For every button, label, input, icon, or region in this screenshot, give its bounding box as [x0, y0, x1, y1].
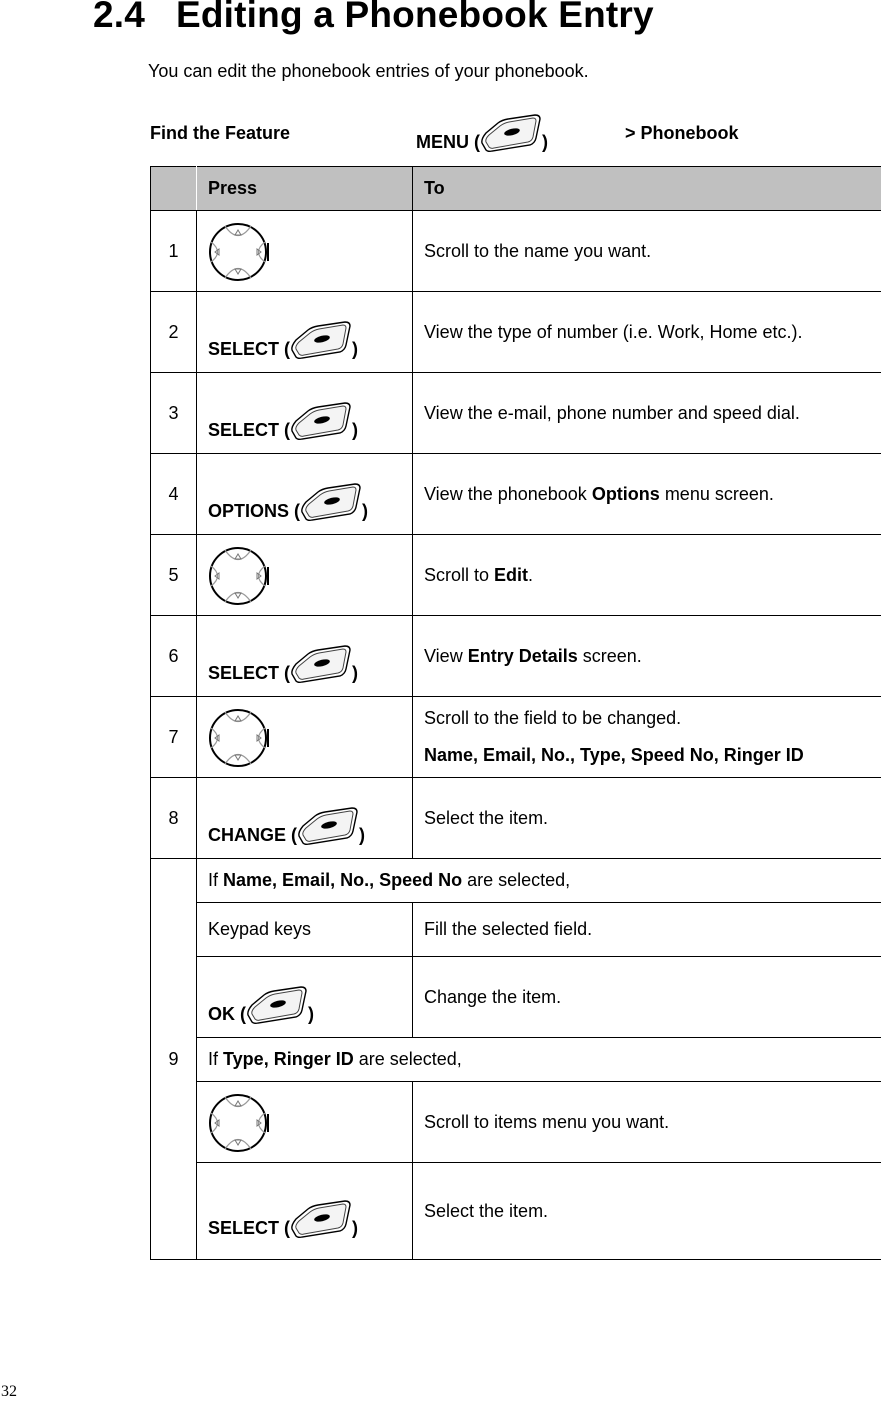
page-number: 32	[1, 1383, 17, 1400]
step-number: 4	[150, 453, 197, 535]
find-feature-menu: MENU ( )	[416, 113, 548, 153]
soft-key-icon	[288, 644, 354, 684]
table-row: 6 SELECT () View Entry Details screen.	[150, 615, 881, 697]
press-text: Keypad keys	[196, 902, 413, 957]
ok-key: OK ()	[208, 985, 314, 1025]
header-step	[150, 166, 197, 211]
table-row: 1 Scroll to the name you want.	[150, 210, 881, 292]
key-label: SELECT (	[208, 339, 291, 359]
step-action: Select the item.	[412, 1162, 881, 1260]
step-action: Scroll to the field to be changed. Name,…	[412, 696, 881, 778]
section-heading: 2.4 Editing a Phonebook Entry	[93, 0, 654, 36]
intro-text: You can edit the phonebook entries of yo…	[148, 61, 589, 81]
header-press: Press	[196, 166, 413, 211]
field-list: Name, Email, No., Type, Speed No, Ringer…	[424, 745, 804, 765]
soft-key-icon	[244, 985, 310, 1025]
key-label: OPTIONS (	[208, 501, 301, 521]
header-to: To	[412, 166, 881, 211]
step-action: Fill the selected field.	[412, 902, 881, 957]
table-row: OK () Change the item.	[151, 956, 881, 1038]
key-label: SELECT (	[208, 420, 291, 440]
table-row: SELECT () Select the item.	[151, 1162, 881, 1260]
step-number: 9	[150, 858, 197, 1260]
nav-key-icon	[208, 545, 270, 607]
table-row: 5 Scroll to Edit.	[150, 534, 881, 616]
section-number: 2.4	[93, 0, 146, 35]
key-label: OK (	[208, 1004, 246, 1024]
table-header-row: Press To	[150, 166, 881, 211]
step-number: 2	[150, 291, 197, 373]
menu-close-paren: )	[542, 132, 548, 152]
table-row: 7 Scroll to the field to be changed. Nam…	[150, 696, 881, 778]
condition-text: If Name, Email, No., Speed No are select…	[196, 858, 881, 903]
table-row: Keypad keys Fill the selected field.	[151, 902, 881, 957]
change-key: CHANGE ()	[208, 806, 365, 846]
select-key: SELECT ()	[208, 320, 358, 360]
key-close-paren: )	[362, 501, 369, 521]
step-action: Scroll to the name you want.	[412, 210, 881, 292]
table-row: 8 CHANGE () Select the item.	[150, 777, 881, 859]
find-feature-path: > Phonebook	[625, 123, 739, 143]
options-key: OPTIONS ()	[208, 482, 368, 522]
step-number: 1	[150, 210, 197, 292]
key-close-paren: )	[352, 420, 359, 440]
steps-table: Press To 1 Scroll to the name you want. …	[150, 166, 881, 1260]
key-close-paren: )	[308, 1004, 314, 1024]
emphasis: Type, Ringer ID	[223, 1049, 354, 1069]
key-close-paren: )	[359, 825, 365, 845]
nav-key-icon	[208, 1092, 270, 1154]
key-label: CHANGE (	[208, 825, 297, 845]
key-close-paren: )	[352, 1218, 359, 1238]
step-action: Change the item.	[412, 956, 881, 1038]
soft-key-icon	[288, 320, 354, 360]
step-number: 7	[150, 696, 197, 778]
step-action: Select the item.	[412, 777, 881, 859]
nav-key-icon	[208, 707, 270, 769]
table-row-condition: If Type, Ringer ID are selected,	[151, 1037, 881, 1082]
step-action: View the phonebook Options menu screen.	[412, 453, 881, 535]
select-key: SELECT ()	[208, 401, 358, 441]
table-row: 4 OPTIONS () View the phonebook Options …	[150, 453, 881, 535]
soft-key-icon	[295, 806, 361, 846]
soft-key-icon	[288, 1199, 354, 1239]
table-row-condition: 9 If Name, Email, No., Speed No are sele…	[150, 858, 881, 1260]
section-title: Editing a Phonebook Entry	[176, 0, 654, 35]
emphasis: Options	[591, 483, 660, 504]
step-action: View Entry Details screen.	[412, 615, 881, 697]
step-number: 8	[150, 777, 197, 859]
emphasis: Entry Details	[467, 645, 578, 666]
soft-key-icon	[478, 113, 544, 153]
select-key: SELECT ()	[208, 1199, 358, 1239]
soft-key-icon	[298, 482, 364, 522]
step-action: View the e-mail, phone number and speed …	[412, 372, 881, 454]
menu-label: MENU (	[416, 132, 480, 152]
step-action: Scroll to items menu you want.	[412, 1081, 881, 1163]
nav-key-icon	[208, 221, 270, 283]
emphasis: Name, Email, No., Speed No	[223, 870, 463, 890]
table-row: 2 SELECT () View the type of number (i.e…	[150, 291, 881, 373]
step-number: 3	[150, 372, 197, 454]
table-row: Scroll to items menu you want.	[151, 1081, 881, 1163]
key-close-paren: )	[352, 339, 359, 359]
emphasis: Edit	[494, 564, 529, 585]
step-number: 5	[150, 534, 197, 616]
step-action: Scroll to Edit.	[412, 534, 881, 616]
step-number: 6	[150, 615, 197, 697]
soft-key-icon	[288, 401, 354, 441]
table-row: 3 SELECT () View the e-mail, phone numbe…	[150, 372, 881, 454]
key-label: SELECT (	[208, 663, 291, 683]
condition-text: If Type, Ringer ID are selected,	[196, 1037, 881, 1082]
select-key: SELECT ()	[208, 644, 358, 684]
key-label: SELECT (	[208, 1218, 291, 1238]
step-action: View the type of number (i.e. Work, Home…	[412, 291, 881, 373]
find-feature-label: Find the Feature	[150, 123, 291, 143]
key-close-paren: )	[352, 663, 359, 683]
